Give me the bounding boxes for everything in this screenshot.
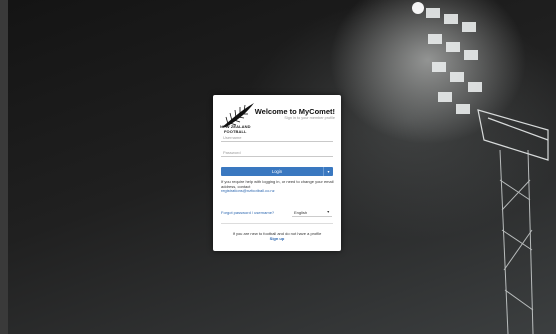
caret-down-icon[interactable]: ▾ — [323, 167, 333, 176]
app-window: NEW ZEALAND FOOTBALL Welcome to MyComet!… — [8, 0, 556, 334]
divider — [221, 223, 333, 224]
login-button[interactable]: Login ▾ — [221, 167, 333, 176]
footer: If you are new to football and do not ha… — [219, 231, 335, 241]
page-title: Welcome to MyComet! — [254, 107, 335, 116]
support-email-link[interactable]: registrations@nzfootball.co.nz — [221, 189, 335, 194]
language-value: English — [294, 210, 308, 215]
sign-up-link[interactable]: Sign up — [219, 236, 335, 241]
password-input[interactable] — [221, 148, 333, 157]
forgot-password-link[interactable]: Forgot password / username? — [221, 210, 274, 215]
chevron-down-icon: ▼ — [326, 210, 330, 214]
login-card: NEW ZEALAND FOOTBALL Welcome to MyComet!… — [213, 95, 341, 251]
username-input[interactable] — [221, 133, 333, 142]
login-button-label: Login — [271, 169, 283, 174]
page-subtitle: Sign in to your member profile — [284, 116, 335, 120]
language-select[interactable]: English ▼ — [292, 208, 332, 217]
help-text: If you require help with logging in, or … — [221, 179, 335, 194]
help-message: If you require help with logging in, or … — [221, 179, 334, 189]
